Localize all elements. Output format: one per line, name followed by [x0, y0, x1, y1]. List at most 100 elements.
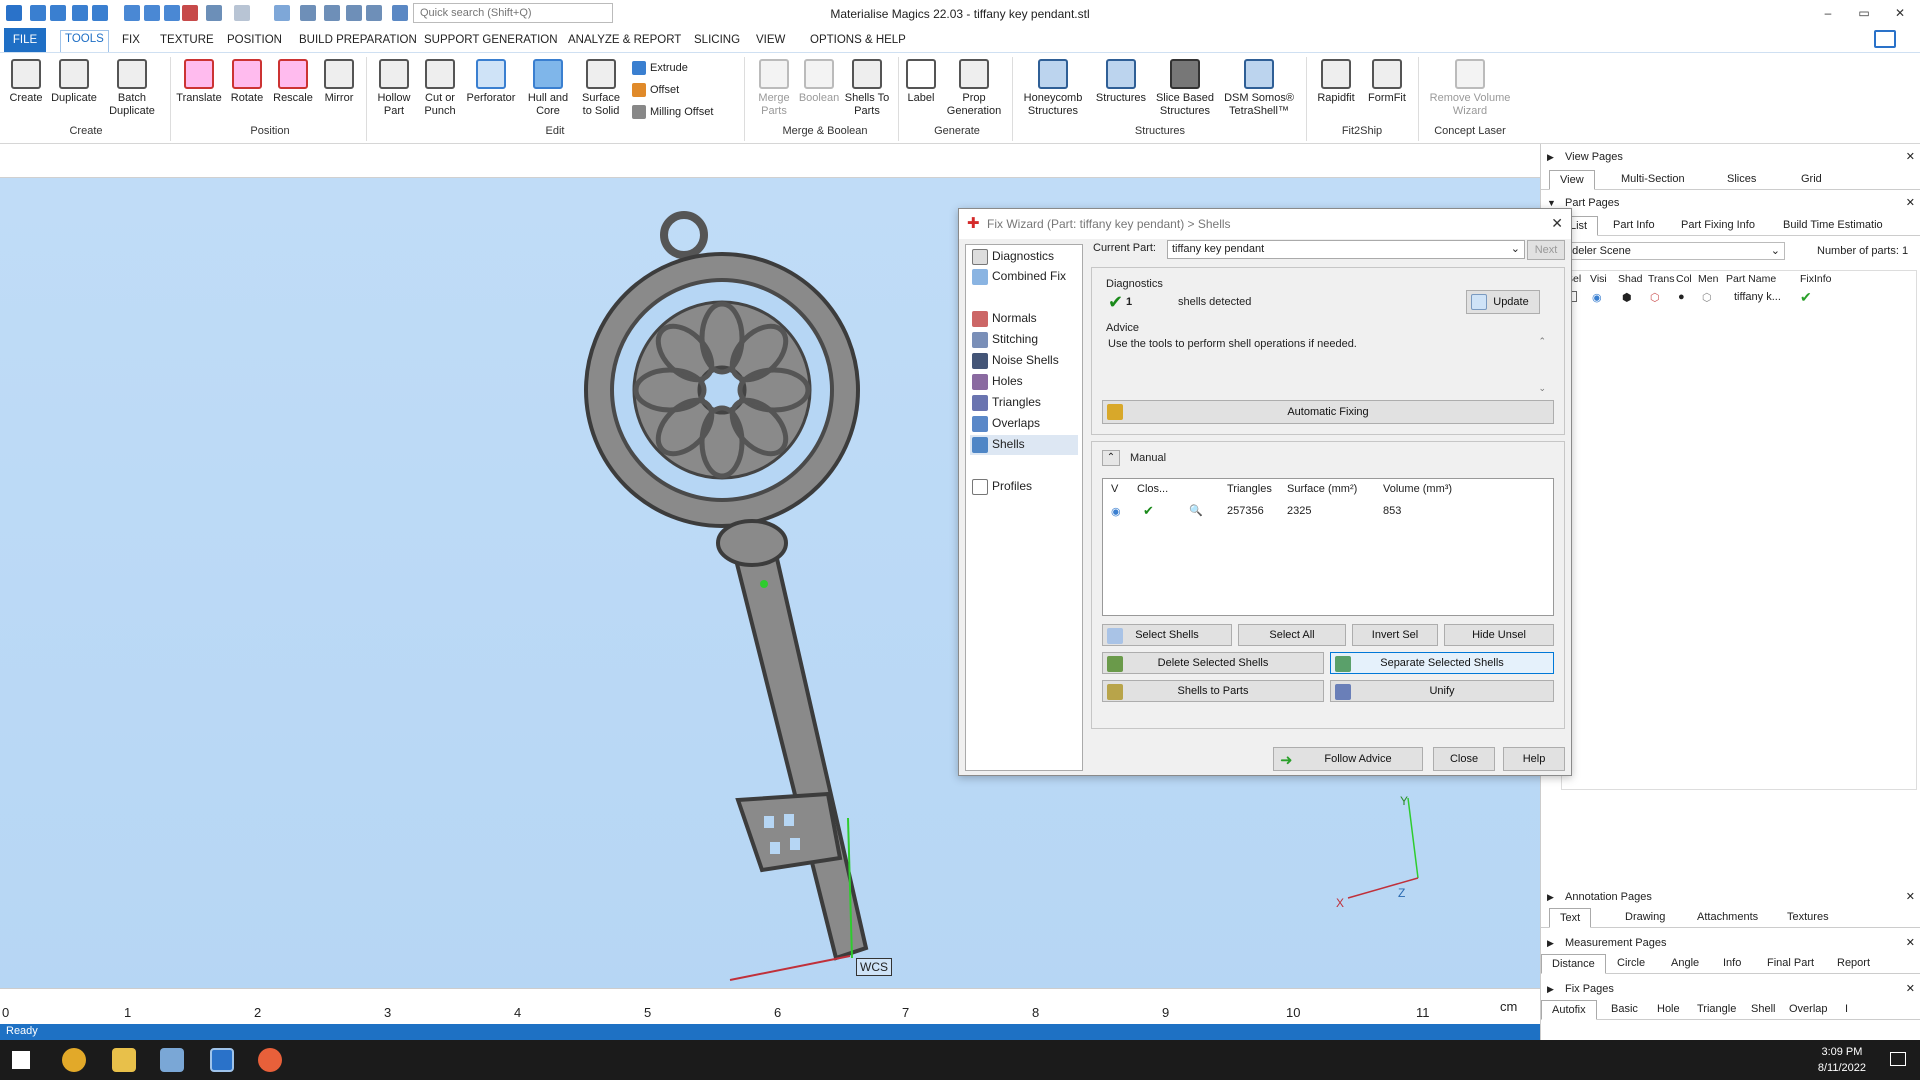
- close-icon[interactable]: ✕: [1906, 982, 1915, 995]
- table-row[interactable]: ◉ ⬢ ⬡ ● ⬡ tiffany k... ✔: [1566, 289, 1916, 307]
- tab-shell[interactable]: Shell: [1751, 1003, 1775, 1015]
- close-button[interactable]: Close: [1433, 747, 1495, 771]
- tab-hole[interactable]: Hole: [1657, 1003, 1680, 1015]
- collapse-icon[interactable]: ⌃: [1102, 450, 1120, 466]
- mirror-button[interactable]: Mirror: [318, 59, 360, 105]
- tab-overlap[interactable]: Overlap: [1789, 1003, 1828, 1015]
- separate-selected-shells-button[interactable]: Separate Selected Shells: [1330, 652, 1554, 674]
- select-shells-button[interactable]: Select Shells: [1102, 624, 1232, 646]
- slice-based-structures-button[interactable]: Slice Based Structures: [1154, 59, 1216, 118]
- tab-file[interactable]: FILE: [4, 28, 46, 52]
- nav-holes[interactable]: Holes: [970, 372, 1078, 392]
- merge-parts-button[interactable]: Merge Parts: [750, 59, 798, 118]
- tab-analyze-report[interactable]: ANALYZE & REPORT: [564, 32, 685, 48]
- nav-stitching[interactable]: Stitching: [970, 330, 1078, 350]
- tab-circle[interactable]: Circle: [1617, 957, 1645, 969]
- batch-duplicate-button[interactable]: Batch Duplicate: [104, 59, 160, 118]
- hull-and-core-button[interactable]: Hull and Core: [522, 59, 574, 118]
- tab-attachments[interactable]: Attachments: [1697, 911, 1758, 923]
- fix-pages-header[interactable]: ▶ Fix Pages ✕: [1541, 980, 1920, 1000]
- create-button[interactable]: Create: [6, 59, 46, 105]
- tab-multi-section[interactable]: Multi-Section: [1621, 173, 1685, 185]
- dialog-close-icon[interactable]: ✕: [1551, 215, 1563, 232]
- update-button[interactable]: Update: [1466, 290, 1540, 314]
- tab-info[interactable]: Info: [1723, 957, 1741, 969]
- nav-normals[interactable]: Normals: [970, 309, 1078, 329]
- tetrashell-button[interactable]: DSM Somos® TetraShell™: [1218, 59, 1300, 118]
- follow-advice-button[interactable]: ➜ Follow Advice: [1273, 747, 1423, 771]
- formfit-button[interactable]: FormFit: [1362, 59, 1412, 105]
- label-button[interactable]: Label: [902, 59, 940, 105]
- minimize-button[interactable]: –: [1814, 2, 1842, 24]
- tab-distance[interactable]: Distance: [1541, 954, 1606, 974]
- nav-overlaps[interactable]: Overlaps: [970, 414, 1078, 434]
- close-icon[interactable]: ✕: [1906, 890, 1915, 903]
- annotation-pages-header[interactable]: ▶ Annotation Pages ✕: [1541, 888, 1920, 908]
- nav-combined-fix[interactable]: Combined Fix: [970, 267, 1078, 287]
- clock[interactable]: 3:09 PM 8/11/2022: [1818, 1044, 1866, 1076]
- windows-start-icon[interactable]: [12, 1051, 30, 1069]
- tab-support-generation[interactable]: SUPPORT GENERATION: [420, 32, 562, 48]
- current-part-select[interactable]: tiffany key pendant ⌄: [1167, 240, 1525, 259]
- structures-button[interactable]: Structures: [1092, 59, 1150, 105]
- honeycomb-structures-button[interactable]: Honeycomb Structures: [1016, 59, 1090, 118]
- transparent-icon[interactable]: ⬡: [1650, 291, 1660, 304]
- rapidfit-button[interactable]: Rapidfit: [1310, 59, 1362, 105]
- tab-view-page[interactable]: View: [1549, 170, 1595, 190]
- find-shell-icon[interactable]: 🔍: [1189, 504, 1203, 517]
- tab-slicing[interactable]: SLICING: [690, 32, 744, 48]
- tab-slices[interactable]: Slices: [1727, 173, 1756, 185]
- scroll-up-icon[interactable]: ⌃: [1538, 336, 1546, 347]
- milling-offset-button[interactable]: Milling Offset: [632, 105, 713, 119]
- tab-text[interactable]: Text: [1549, 908, 1592, 928]
- nav-triangles[interactable]: Triangles: [970, 393, 1078, 413]
- hide-unsel-button[interactable]: Hide Unsel: [1444, 624, 1554, 646]
- magics-taskbar-icon[interactable]: [210, 1048, 234, 1072]
- close-window-button[interactable]: ✕: [1886, 2, 1914, 24]
- shells-to-parts-button[interactable]: Shells to Parts: [1102, 680, 1324, 702]
- mesh-icon[interactable]: ⬡: [1702, 291, 1712, 304]
- select-all-button[interactable]: Select All: [1238, 624, 1346, 646]
- paint-icon[interactable]: [258, 1048, 282, 1072]
- automatic-fixing-button[interactable]: Automatic Fixing: [1102, 400, 1554, 424]
- tab-grid[interactable]: Grid: [1801, 173, 1822, 185]
- tab-report[interactable]: Report: [1837, 957, 1870, 969]
- shaded-icon[interactable]: ⬢: [1622, 291, 1632, 304]
- tab-part-info[interactable]: Part Info: [1613, 219, 1655, 231]
- tab-final-part[interactable]: Final Part: [1767, 957, 1814, 969]
- color-icon[interactable]: ●: [1678, 291, 1685, 303]
- remove-volume-wizard-button[interactable]: Remove Volume Wizard: [1424, 59, 1516, 118]
- scene-select[interactable]: odeler Scene ⌄: [1561, 242, 1785, 260]
- dialog-title-bar[interactable]: ✚ Fix Wizard (Part: tiffany key pendant)…: [959, 209, 1571, 239]
- shells-to-parts-ribbon-button[interactable]: Shells To Parts: [842, 59, 892, 118]
- restore-button[interactable]: ▭: [1850, 2, 1878, 24]
- rescale-button[interactable]: Rescale: [270, 59, 316, 105]
- tab-basic[interactable]: Basic: [1611, 1003, 1638, 1015]
- notification-icon[interactable]: [1890, 1052, 1906, 1066]
- offset-button[interactable]: Offset: [632, 83, 679, 97]
- rotate-button[interactable]: Rotate: [226, 59, 268, 105]
- file-explorer-icon[interactable]: [112, 1048, 136, 1072]
- chrome-icon[interactable]: [62, 1048, 86, 1072]
- close-icon[interactable]: ✕: [1906, 936, 1915, 949]
- nav-diagnostics[interactable]: Diagnostics: [970, 247, 1078, 267]
- boolean-button[interactable]: Boolean: [796, 59, 842, 105]
- notepad-icon[interactable]: [160, 1048, 184, 1072]
- tab-view[interactable]: VIEW: [752, 32, 789, 48]
- translate-button[interactable]: Translate: [174, 59, 224, 105]
- cut-or-punch-button[interactable]: Cut or Punch: [418, 59, 462, 118]
- extrude-button[interactable]: Extrude: [632, 61, 688, 75]
- eye-icon[interactable]: ◉: [1111, 505, 1121, 518]
- delete-selected-shells-button[interactable]: Delete Selected Shells: [1102, 652, 1324, 674]
- surface-to-solid-button[interactable]: Surface to Solid: [576, 59, 626, 118]
- tab-tools[interactable]: TOOLS: [60, 30, 109, 52]
- tab-textures[interactable]: Textures: [1787, 911, 1829, 923]
- help-button[interactable]: Help: [1503, 747, 1565, 771]
- scroll-down-icon[interactable]: ⌄: [1538, 383, 1546, 394]
- part-pages-header[interactable]: ▼ Part Pages ✕: [1541, 194, 1920, 214]
- tab-angle[interactable]: Angle: [1671, 957, 1699, 969]
- tab-fix[interactable]: FIX: [118, 32, 144, 48]
- duplicate-button[interactable]: Duplicate: [48, 59, 100, 105]
- close-icon[interactable]: ✕: [1906, 150, 1915, 163]
- close-icon[interactable]: ✕: [1906, 196, 1915, 209]
